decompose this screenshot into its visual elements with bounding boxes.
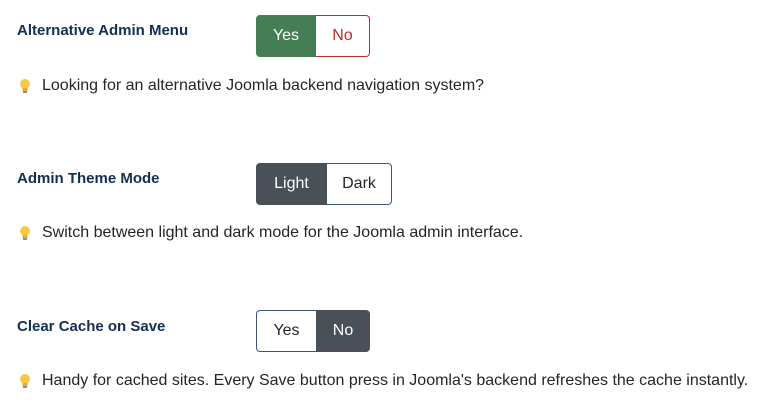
- admin-theme-mode-toggle: Light Dark: [256, 163, 392, 205]
- setting-label: Alternative Admin Menu: [17, 22, 189, 39]
- setting-hint: Switch between light and dark mode for t…: [19, 223, 523, 243]
- lightbulb-icon: [19, 373, 31, 389]
- setting-hint: Looking for an alternative Joomla backen…: [19, 76, 484, 96]
- admin-theme-mode-light-button[interactable]: Light: [256, 163, 327, 205]
- alternative-admin-menu-yes-button[interactable]: Yes: [256, 15, 316, 57]
- lightbulb-icon: [19, 225, 31, 241]
- hint-text: Switch between light and dark mode for t…: [42, 224, 524, 241]
- setting-label: Clear Cache on Save: [17, 318, 166, 335]
- clear-cache-on-save-yes-button[interactable]: Yes: [256, 310, 316, 352]
- clear-cache-on-save-no-button[interactable]: No: [316, 310, 370, 352]
- clear-cache-on-save-toggle: Yes No: [256, 310, 370, 352]
- setting-hint: Handy for cached sites. Every Save butto…: [19, 371, 748, 391]
- alternative-admin-menu-toggle: Yes No: [256, 15, 370, 57]
- alternative-admin-menu-no-button[interactable]: No: [316, 15, 370, 57]
- setting-label: Admin Theme Mode: [17, 170, 160, 187]
- settings-panel: Alternative Admin Menu Yes No Looking fo…: [0, 0, 769, 409]
- hint-text: Looking for an alternative Joomla backen…: [42, 77, 485, 94]
- admin-theme-mode-dark-button[interactable]: Dark: [327, 163, 392, 205]
- lightbulb-icon: [19, 78, 31, 94]
- hint-text: Handy for cached sites. Every Save butto…: [42, 372, 749, 389]
